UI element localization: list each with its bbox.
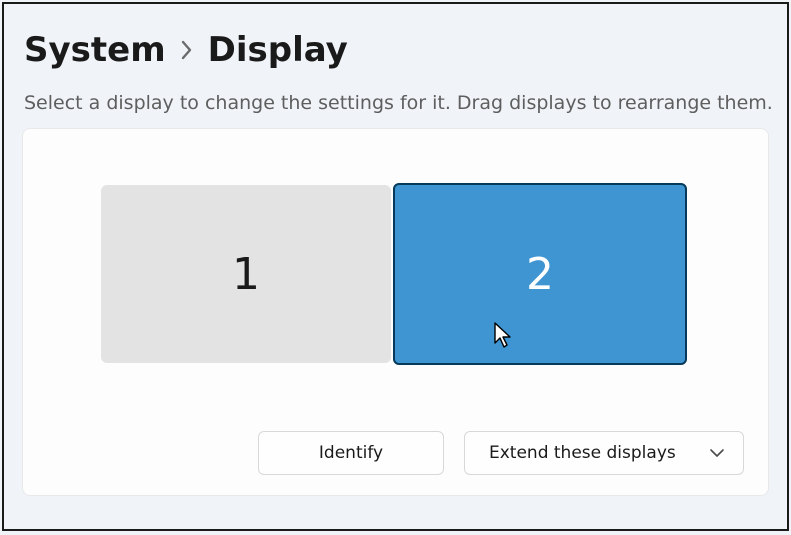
helper-text: Select a display to change the settings …: [4, 70, 787, 122]
chevron-right-icon: [180, 39, 194, 61]
displays-area[interactable]: 1 2: [23, 129, 768, 419]
display-arrangement-panel: 1 2 Identify Extend these displays: [22, 128, 769, 496]
identify-button-label: Identify: [319, 443, 383, 463]
display-number-label: 1: [232, 249, 260, 300]
display-tile-2[interactable]: 2: [393, 183, 687, 365]
display-number-label: 2: [526, 249, 554, 300]
display-tile-1[interactable]: 1: [101, 185, 391, 363]
display-mode-selected: Extend these displays: [489, 443, 676, 463]
breadcrumb-parent[interactable]: System: [24, 30, 166, 70]
breadcrumb-current: Display: [208, 30, 348, 70]
identify-button[interactable]: Identify: [258, 431, 444, 475]
breadcrumb: System Display: [4, 4, 787, 70]
settings-display-page: System Display Select a display to chang…: [2, 2, 789, 531]
display-mode-dropdown[interactable]: Extend these displays: [464, 431, 744, 475]
panel-actions: Identify Extend these displays: [258, 431, 744, 475]
chevron-down-icon: [709, 448, 725, 458]
